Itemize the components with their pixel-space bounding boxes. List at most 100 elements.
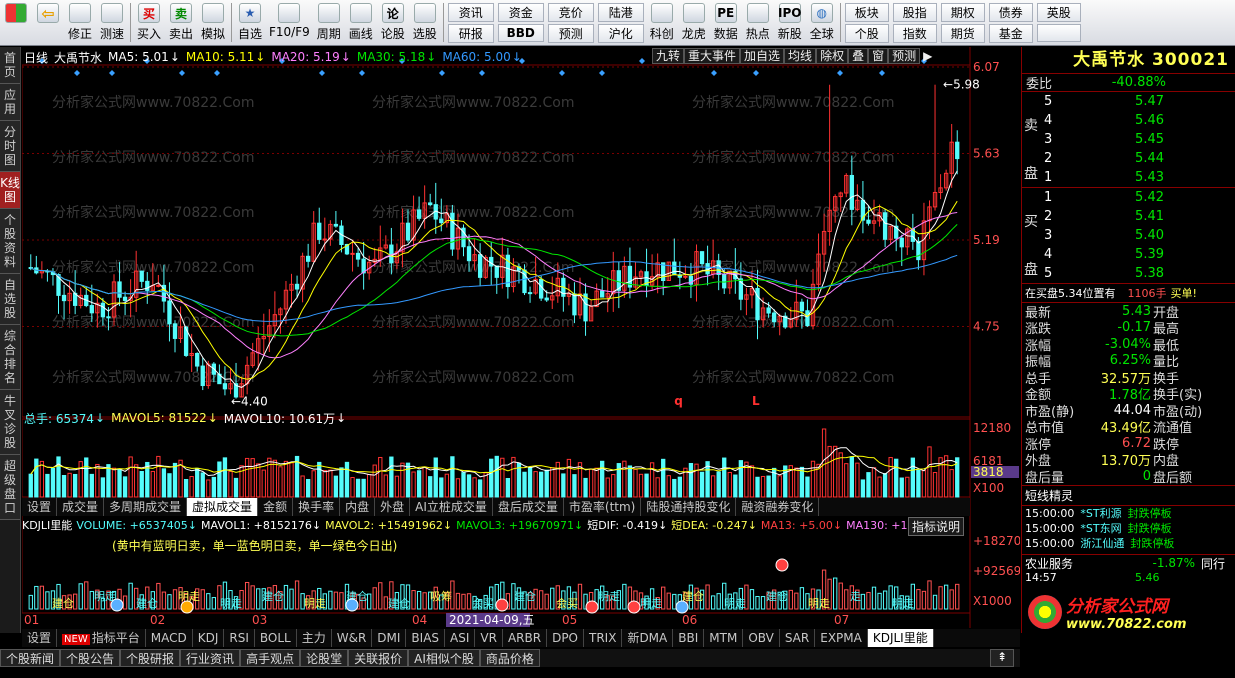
leftnav-item-5[interactable]: 自选股 — [0, 274, 20, 325]
volume-tab-7[interactable]: 外盘 — [375, 498, 411, 516]
event-diamond-icon[interactable] — [109, 70, 115, 76]
buy_orders-row[interactable]: 5 5.38 — [1022, 264, 1235, 283]
event-diamond-icon[interactable] — [479, 70, 485, 76]
volume-tab-12[interactable]: 融资融券变化 — [736, 498, 820, 516]
volume-tab-6[interactable]: 内盘 — [340, 498, 376, 516]
toolbar-market-button[interactable]: 期权 — [940, 3, 985, 22]
toolbar-a-2-button[interactable]: 修正 — [64, 0, 96, 45]
leftnav-item-3[interactable]: K线图 — [0, 172, 20, 209]
bottom-tab-7[interactable]: AI相似个股 — [408, 649, 480, 667]
sell_orders-row[interactable]: 3 5.45 — [1022, 130, 1235, 149]
event-diamond-icon[interactable] — [879, 70, 885, 76]
bottom-tab-1[interactable]: 个股公告 — [60, 649, 121, 667]
toolbar-a-4-button[interactable]: 买买入 — [133, 0, 165, 45]
short-line-item[interactable]: 15:00:00 浙江仙通 封跌停板 — [1022, 536, 1235, 551]
bottom-tab-6[interactable]: 关联报价 — [348, 649, 409, 667]
volume-tab-0[interactable]: 设置 — [22, 498, 58, 516]
toolbar-pair-button[interactable]: 竞价 — [547, 3, 594, 22]
indicator-tab-1[interactable]: NEW 指标平台 — [57, 629, 146, 647]
toolbar-market-button[interactable]: 板块 — [844, 3, 889, 22]
volume-tab-3[interactable]: 虚拟成交量 — [187, 498, 259, 516]
toolbar-a-1-button[interactable]: ⇦ — [32, 0, 64, 45]
event-diamond-icon[interactable] — [559, 70, 565, 76]
sell_orders-row[interactable]: 5 5.47 — [1022, 92, 1235, 111]
indicator-tab-8[interactable]: DMI — [372, 629, 407, 647]
toolbar-a-5-button[interactable]: 卖卖出 — [165, 0, 197, 45]
event-diamond-icon[interactable] — [837, 70, 843, 76]
bottom-tab-5[interactable]: 论股堂 — [300, 649, 349, 667]
indicator-tab-12[interactable]: ARBR — [503, 629, 548, 647]
volume-tab-11[interactable]: 陆股通持股变化 — [641, 498, 737, 516]
kline-tool-button-2[interactable]: 加自选 — [740, 48, 785, 64]
bottom-tab-2[interactable]: 个股研报 — [120, 649, 181, 667]
toolbar-a-3-button[interactable]: 测速 — [96, 0, 128, 45]
bottom-tab-4[interactable]: 高手观点 — [240, 649, 301, 667]
toolbar-b-0-button[interactable]: 科创 — [646, 0, 678, 45]
indicator-tab-4[interactable]: RSI — [224, 629, 255, 647]
buy_orders-row[interactable]: 1 5.42 — [1022, 188, 1235, 207]
event-diamond-icon[interactable] — [599, 70, 605, 76]
indicator-tab-6[interactable]: 主力 — [297, 629, 332, 647]
indicator-tab-9[interactable]: BIAS — [406, 629, 446, 647]
kline-tool-button-6[interactable]: 窗 — [868, 48, 889, 64]
buy_orders-row[interactable]: 2 5.41 — [1022, 207, 1235, 226]
volume-tab-10[interactable]: 市盈率(ttm) — [564, 498, 642, 516]
indicator-tab-3[interactable]: KDJ — [193, 629, 225, 647]
kline-tool-button-3[interactable]: 均线 — [784, 48, 817, 64]
kline-tool-button-4[interactable]: 除权 — [816, 48, 849, 64]
indicator-tab-14[interactable]: TRIX — [584, 629, 623, 647]
event-diamond-icon[interactable] — [753, 70, 759, 76]
volume-tab-4[interactable]: 金额 — [258, 498, 294, 516]
toolbar-b-1-button[interactable]: 龙虎 — [678, 0, 710, 45]
kline-tool-button-5[interactable]: 叠 — [848, 48, 869, 64]
indicator-tab-15[interactable]: 新DMA — [622, 629, 674, 647]
toolbar-pair-button[interactable]: 预测 — [547, 24, 594, 43]
indicator-tab-20[interactable]: EXPMA — [815, 629, 868, 647]
kline-tool-button-0[interactable]: 九转 — [652, 48, 685, 64]
indicator-explain-button[interactable]: 指标说明 — [908, 517, 965, 536]
indicator-tab-17[interactable]: MTM — [704, 629, 744, 647]
buy_orders-row[interactable]: 3 5.40 — [1022, 226, 1235, 245]
toolbar-market-button[interactable]: 指数 — [892, 24, 937, 43]
toolbar-a-6-button[interactable]: 模拟 — [197, 0, 229, 45]
toolbar-a-9-button[interactable]: 周期 — [313, 0, 345, 45]
toolbar-b-3-button[interactable]: 热点 — [742, 0, 774, 45]
toolbar-pair-button[interactable]: 资讯 — [447, 3, 494, 22]
volume-tab-5[interactable]: 换手率 — [293, 498, 341, 516]
indicator-tab-2[interactable]: MACD — [146, 629, 193, 647]
toolbar-a-8-button[interactable]: F10/F9 — [266, 0, 313, 45]
toolbar-b-2-button[interactable]: PE 数据 — [710, 0, 742, 45]
indicator-tab-11[interactable]: VR — [475, 629, 503, 647]
indicator-tab-19[interactable]: SAR — [780, 629, 816, 647]
sector-row[interactable]: 农业服务 -1.87% 同行 — [1022, 553, 1235, 572]
indicator-tab-21[interactable]: KDJLI里能 — [867, 629, 934, 647]
event-diamond-icon[interactable] — [711, 70, 717, 76]
kline-tool-button-1[interactable]: 重大事件 — [684, 48, 741, 64]
event-diamond-icon[interactable] — [319, 70, 325, 76]
toolbar-market-button[interactable]: 个股 — [844, 24, 889, 43]
leftnav-item-6[interactable]: 综合排名 — [0, 325, 20, 390]
event-diamond-icon[interactable] — [639, 58, 645, 64]
leftnav-item-0[interactable]: 首页 — [0, 47, 20, 84]
toolbar-a-7-button[interactable]: ★ 自选 — [234, 0, 266, 45]
toolbar-a-0-button[interactable] — [0, 0, 32, 45]
event-diamond-icon[interactable] — [74, 70, 80, 76]
indicator-tab-13[interactable]: DPO — [547, 629, 584, 647]
indicator-tab-7[interactable]: W&R — [332, 629, 373, 647]
bottom-tab-0[interactable]: 个股新闻 — [0, 649, 61, 667]
indicator-tab-16[interactable]: BBI — [673, 629, 705, 647]
toolbar-pair-button[interactable]: 资金 — [497, 3, 544, 22]
sell_orders-row[interactable]: 1 5.43 — [1022, 168, 1235, 187]
event-diamond-icon[interactable] — [214, 70, 220, 76]
bottom-tab-3[interactable]: 行业资讯 — [180, 649, 241, 667]
toolbar-market-button[interactable]: 期货 — [940, 24, 985, 43]
volume-tab-8[interactable]: AI立桩成交量 — [410, 498, 493, 516]
toolbar-market-button[interactable]: 英股 — [1036, 3, 1081, 22]
kline-chart-area[interactable]: 分析家公式网www.70822.Com 分析家公式网www.70822.Com 分析… — [22, 47, 1020, 647]
leftnav-item-4[interactable]: 个股资料 — [0, 209, 20, 274]
short-line-item[interactable]: 15:00:00 *ST东网 封跌停板 — [1022, 521, 1235, 536]
indicator-tab-18[interactable]: OBV — [743, 629, 780, 647]
leftnav-item-2[interactable]: 分时图 — [0, 121, 20, 172]
toolbar-b-5-button[interactable]: ◍ 全球 — [806, 0, 838, 45]
toolbar-pair-button[interactable]: 沪化 — [597, 24, 644, 43]
